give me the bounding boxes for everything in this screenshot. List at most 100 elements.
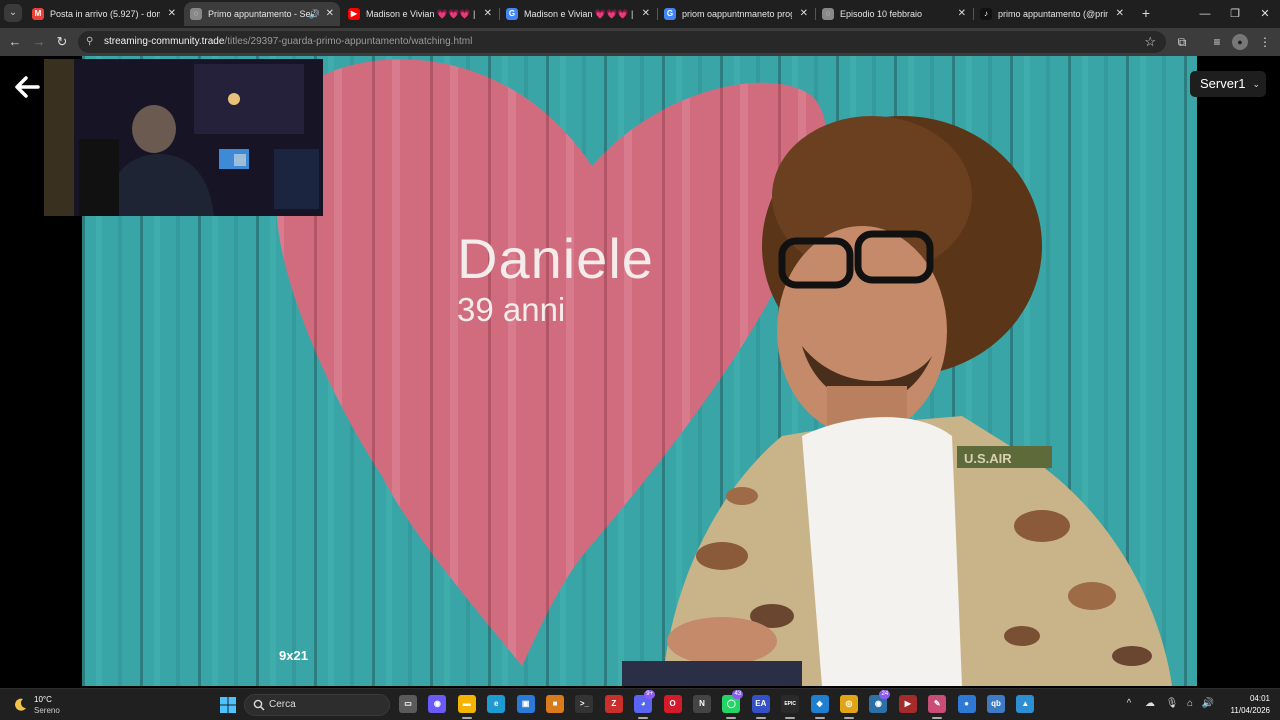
running-indicator — [814, 717, 825, 719]
episode-caption: 9x21 — [279, 648, 308, 663]
copilot-icon[interactable]: ◉ — [428, 695, 447, 713]
pen-app-icon[interactable]: ✎ — [928, 695, 947, 713]
tray-overflow-icon[interactable]: ^ — [1122, 697, 1136, 711]
running-indicator — [844, 717, 854, 719]
search-icon — [253, 699, 265, 711]
app-orange-icon[interactable]: ■ — [546, 695, 564, 713]
blue-app-icon[interactable]: ● — [957, 695, 976, 713]
running-indicator — [785, 717, 796, 719]
browser-tab[interactable]: ◌ Episodio 10 febbraio ✕ — [816, 2, 972, 26]
chrome-icon[interactable]: ◎ — [840, 695, 858, 713]
chrome-menu-icon[interactable]: ⋮ — [1256, 33, 1274, 51]
notification-badge: 9+ — [644, 690, 656, 699]
jacket-patch-text: U.S.AIR — [964, 451, 1012, 466]
filezilla-icon[interactable]: Z — [604, 695, 623, 713]
search-placeholder: Cerca — [269, 699, 296, 710]
running-indicator — [755, 717, 766, 719]
taskbar-search[interactable]: Cerca — [244, 694, 390, 716]
store-icon[interactable]: ▣ — [516, 695, 535, 713]
video-editor-icon[interactable]: ▶ — [898, 695, 917, 713]
running-indicator — [932, 717, 943, 719]
gmail-icon: M — [32, 8, 44, 20]
new-tab-button[interactable]: + — [1137, 4, 1155, 22]
moon-icon[interactable] — [12, 697, 28, 713]
browser-tab[interactable]: M Posta in arrivo (5.927) - domeni ✕ — [26, 2, 182, 26]
url-path: /titles/29397-guarda-primo-appuntamento/… — [224, 36, 473, 47]
tab-search-button[interactable]: ⌄ — [4, 4, 22, 22]
back-button[interactable]: ← — [6, 33, 24, 51]
photos-icon[interactable]: ▲ — [1016, 695, 1035, 713]
terminal-icon[interactable]: >_ — [575, 695, 594, 713]
reload-button[interactable]: ↻ — [53, 33, 71, 51]
running-indicator — [726, 717, 737, 719]
google-icon: G — [506, 8, 518, 20]
browser-tab[interactable]: ▶ Madison e Vivian 💗💗💗 | Pr ✕ — [342, 2, 498, 26]
onedrive-icon[interactable]: ☁ — [1143, 697, 1157, 711]
tab-close-icon[interactable]: ✕ — [800, 2, 808, 26]
maximize-button[interactable]: ❐ — [1220, 0, 1250, 28]
system-clock[interactable]: 04:01 11/04/2026 — [1231, 693, 1270, 717]
tab-close-icon[interactable]: ✕ — [484, 2, 492, 26]
url-host: streaming-community.trade — [104, 36, 225, 47]
task-view-icon[interactable]: ▭ — [399, 695, 417, 713]
tab-strip: ⌄ M Posta in arrivo (5.927) - domeni ✕ ◌ Pri… — [0, 0, 1280, 28]
ea-app-icon[interactable]: EA — [751, 695, 770, 713]
media-controls-icon[interactable]: ≡ — [1208, 33, 1226, 51]
opera-icon[interactable]: O — [663, 695, 682, 713]
edge-icon[interactable]: e — [487, 695, 506, 713]
qbittorrent-icon[interactable]: qb — [987, 695, 1005, 713]
browser-toolbar: ← → ↻ ⚲ streaming-community.trade/titles… — [0, 28, 1280, 56]
site-info-icon[interactable]: ⚲ — [86, 36, 98, 48]
server-select[interactable]: Server1 ⌄ — [1190, 71, 1266, 97]
server-select-label: Server1 — [1200, 76, 1246, 91]
notion-icon[interactable]: N — [693, 695, 711, 713]
browser-tab[interactable]: Gpriom oappuntnmaneto program ✕ — [658, 2, 814, 26]
minimize-button[interactable]: — — [1190, 0, 1220, 28]
tab-title: primo appuntamento (@primo — [998, 9, 1108, 19]
running-indicator — [461, 717, 472, 719]
tab-title: Madison e Vivian 💗💗💗 | Pr — [366, 9, 476, 19]
tab-close-icon[interactable]: ✕ — [642, 2, 650, 26]
file-explorer-icon[interactable]: ▬ — [457, 695, 476, 713]
webcam-image — [44, 59, 323, 216]
url-text: streaming-community.trade/titles/29397-g… — [104, 31, 472, 53]
volume-icon[interactable]: 🔊 — [1201, 697, 1215, 711]
microphone-icon[interactable]: 🎙 — [1165, 697, 1179, 711]
address-bar[interactable]: ⚲ streaming-community.trade/titles/29397… — [78, 31, 1166, 53]
tab-close-icon[interactable]: ✕ — [1116, 2, 1124, 26]
extensions-icon[interactable]: ⧉ — [1173, 33, 1191, 51]
close-window-button[interactable]: ✕ — [1250, 0, 1280, 28]
weather-condition[interactable]: Sereno — [34, 706, 60, 715]
tab-title: Madison e Vivian 💗💗💗 | Pr — [524, 9, 634, 19]
youtube-icon: ▶ — [348, 8, 360, 20]
webcam-overlay — [44, 59, 323, 216]
tab-close-icon[interactable]: ✕ — [326, 2, 334, 26]
overlay-name: Daniele — [457, 227, 654, 290]
running-indicator — [638, 717, 649, 719]
vscode-icon[interactable]: ◆ — [810, 695, 829, 713]
bookmark-star-icon[interactable]: ☆ — [1144, 31, 1156, 53]
notification-badge: 24 — [879, 690, 891, 699]
tab-close-icon[interactable]: ✕ — [958, 2, 966, 26]
browser-tab[interactable]: ♪ primo appuntamento (@primo ✕ — [974, 2, 1130, 26]
overlay-age: 39 anni — [457, 291, 566, 328]
profile-avatar[interactable]: ● — [1232, 34, 1248, 50]
tab-close-icon[interactable]: ✕ — [168, 2, 176, 26]
video-player: U.S.AIR Daniele 39 anni 9x21 Server1 ⌄ — [0, 56, 1280, 688]
network-icon[interactable]: ⌂ — [1183, 697, 1197, 711]
browser-tab[interactable]: G Madison e Vivian 💗💗💗 | Pr ✕ — [500, 2, 656, 26]
back-arrow-icon[interactable] — [12, 72, 42, 102]
google-icon: G — [664, 8, 676, 20]
tiktok-icon: ♪ — [980, 8, 992, 20]
tab-title: Episodio 10 febbraio — [840, 9, 923, 19]
windows-start-icon[interactable] — [220, 697, 236, 713]
tab-audio-icon[interactable]: 🔊 — [309, 2, 320, 26]
browser-tab[interactable]: ◌ Primo appuntamento - Seri 🔊 ✕ — [184, 2, 340, 26]
notification-badge: 43 — [732, 690, 744, 699]
site-icon: ◌ — [190, 8, 202, 20]
forward-button[interactable]: → — [30, 33, 48, 51]
weather-temperature[interactable]: 10°C — [34, 695, 52, 704]
epic-games-icon[interactable]: EPIC — [781, 695, 800, 713]
windows-taskbar: 10°C Sereno Cerca ▭ ◉ ▬ e ▣ ■ >_ Z ◕ 9+ O N ◯ 43 EA EPI… — [0, 688, 1280, 720]
tab-title: priom oappuntnmaneto program — [682, 9, 792, 19]
